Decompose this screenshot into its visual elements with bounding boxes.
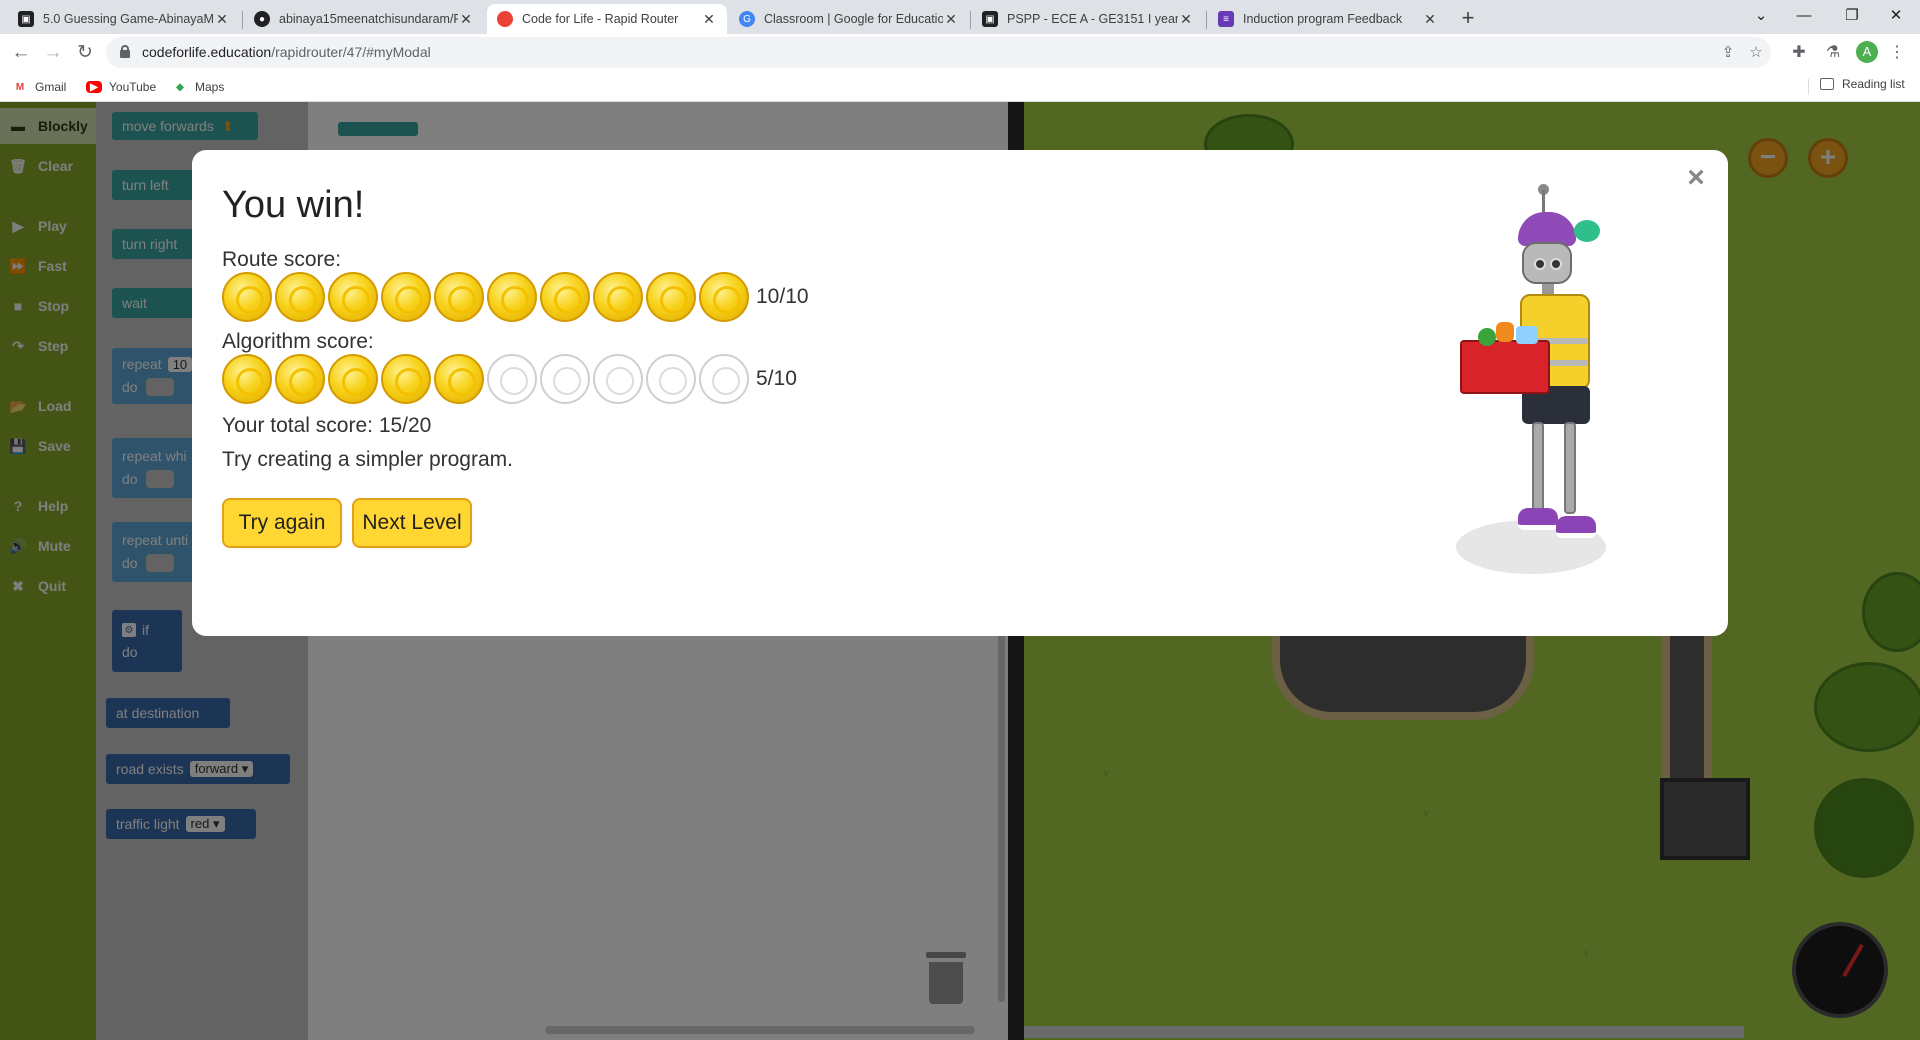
gold-coin-icon — [328, 354, 378, 404]
tab-title: Code for Life - Rapid Router — [522, 12, 679, 26]
forms-icon: ≡ — [1218, 11, 1234, 27]
gold-coin-icon — [434, 354, 484, 404]
close-icon[interactable]: × — [1682, 163, 1710, 193]
reading-list-icon — [1820, 78, 1834, 90]
youtube-icon: ▶ — [86, 81, 102, 93]
close-tab-icon[interactable]: ✕ — [943, 11, 959, 28]
tab-title: Classroom | Google for Educatio — [764, 12, 943, 26]
route-score-label: Route score: — [222, 248, 342, 271]
modal-title: You win! — [222, 184, 365, 226]
gmail-icon: M — [15, 81, 25, 93]
gold-coin-icon — [222, 354, 272, 404]
close-tab-icon[interactable]: ✕ — [1178, 11, 1194, 28]
route-score-value: 10/10 — [756, 285, 809, 308]
tab-favicon-icon: ▣ — [18, 11, 34, 27]
win-modal: × You win! Route score: 10/10 Algorithm … — [192, 150, 1728, 636]
gold-coin-icon — [434, 272, 484, 322]
bookmark-star-icon[interactable]: ☆ — [1746, 43, 1766, 63]
close-window-icon[interactable]: ✕ — [1870, 0, 1920, 34]
tab-github[interactable]: ● abinaya15meenatchisundaram/P ✕ — [244, 4, 484, 34]
bookmark-label: YouTube — [109, 80, 157, 94]
gold-coin-icon — [381, 272, 431, 322]
code-for-life-icon — [497, 11, 513, 27]
gold-coin-icon — [381, 354, 431, 404]
empty-coin-icon — [699, 354, 749, 404]
next-level-button[interactable]: Next Level — [352, 498, 472, 548]
labs-icon[interactable]: ⚗ — [1822, 42, 1844, 64]
algorithm-score-label: Algorithm score: — [222, 330, 374, 353]
empty-coin-icon — [540, 354, 590, 404]
bookmark-youtube[interactable]: ▶ YouTube — [86, 77, 156, 97]
tab-rapid-router[interactable]: Code for Life - Rapid Router ✕ — [487, 4, 727, 34]
tab-guessing-game[interactable]: ▣ 5.0 Guessing Game-AbinayaM3 - ✕ — [8, 4, 240, 34]
close-tab-icon[interactable]: ✕ — [214, 11, 230, 28]
browser-toolbar: ← → ↻ codeforlife.education/rapidrouter/… — [0, 34, 1920, 71]
bookmark-gmail[interactable]: M Gmail — [12, 77, 67, 97]
profile-avatar[interactable]: A — [1856, 41, 1878, 63]
empty-coin-icon — [487, 354, 537, 404]
tab-induction-feedback[interactable]: ≡ Induction program Feedback ✕ — [1208, 4, 1448, 34]
lock-icon[interactable] — [120, 45, 130, 58]
tab-title: PSPP - ECE A - GE3151 I year ECE — [1007, 12, 1178, 26]
tab-separator — [1206, 11, 1207, 29]
algorithm-score-coins: 5/10 — [222, 354, 797, 404]
bookmarks-bar: M Gmail ▶ YouTube ◆ Maps Reading list — [0, 71, 1920, 102]
extensions-icon[interactable]: ✚ — [1788, 42, 1810, 64]
tab-classroom[interactable]: G Classroom | Google for Educatio ✕ — [729, 4, 969, 34]
reload-icon[interactable]: ↻ — [70, 38, 100, 68]
gold-coin-icon — [487, 272, 537, 322]
gold-coin-icon — [275, 272, 325, 322]
maps-icon: ◆ — [176, 81, 184, 93]
route-score-coins: 10/10 — [222, 272, 809, 322]
gold-coin-icon — [699, 272, 749, 322]
rapid-router-page: ▬Blockly 🗑Clear ▶Play ⏩Fast ■Stop ↷Step … — [0, 102, 1920, 1040]
gold-coin-icon — [275, 354, 325, 404]
try-again-button[interactable]: Try again — [222, 498, 342, 548]
tab-bar: ▣ 5.0 Guessing Game-AbinayaM3 - ✕ ● abin… — [0, 0, 1920, 34]
algorithm-score-value: 5/10 — [756, 367, 797, 390]
bookmark-maps[interactable]: ◆ Maps — [172, 77, 224, 97]
empty-coin-icon — [646, 354, 696, 404]
gold-coin-icon — [593, 272, 643, 322]
gold-coin-icon — [646, 272, 696, 322]
dee-robot-character-icon — [1456, 184, 1656, 600]
url-host: codeforlife.education — [142, 44, 272, 60]
google-icon: G — [739, 11, 755, 27]
feedback-message: Try creating a simpler program. — [222, 448, 513, 471]
bookmark-label: Maps — [195, 80, 225, 94]
forward-icon[interactable]: → — [38, 38, 68, 68]
tab-title: 5.0 Guessing Game-AbinayaM3 - — [43, 12, 214, 26]
tab-pspp[interactable]: ▣ PSPP - ECE A - GE3151 I year ECE ✕ — [972, 4, 1204, 34]
empty-coin-icon — [593, 354, 643, 404]
bookmarks-separator — [1808, 79, 1809, 95]
gold-coin-icon — [222, 272, 272, 322]
classroom-icon: ▣ — [982, 11, 998, 27]
reading-list[interactable]: Reading list — [1820, 77, 1905, 91]
reading-list-label: Reading list — [1842, 77, 1905, 91]
close-tab-icon[interactable]: ✕ — [701, 11, 717, 28]
address-bar[interactable]: codeforlife.education/rapidrouter/47/#my… — [106, 37, 1771, 68]
close-tab-icon[interactable]: ✕ — [458, 11, 474, 28]
gold-coin-icon — [540, 272, 590, 322]
url-text[interactable]: codeforlife.education/rapidrouter/47/#my… — [142, 44, 431, 60]
gold-coin-icon — [328, 272, 378, 322]
url-path: /rapidrouter/47/#myModal — [271, 44, 431, 60]
tab-title: abinaya15meenatchisundaram/P — [279, 12, 458, 26]
share-icon[interactable]: ⇪ — [1718, 43, 1738, 63]
bookmark-label: Gmail — [35, 80, 67, 94]
minimize-icon[interactable]: — — [1778, 0, 1830, 34]
github-icon: ● — [254, 11, 270, 27]
close-tab-icon[interactable]: ✕ — [1422, 11, 1438, 28]
back-icon[interactable]: ← — [6, 38, 36, 68]
tab-separator — [970, 11, 971, 29]
tab-separator — [242, 11, 243, 29]
menu-dots-icon[interactable]: ⋮ — [1886, 42, 1908, 64]
tab-title: Induction program Feedback — [1243, 12, 1403, 26]
total-score: Your total score: 15/20 — [222, 414, 432, 437]
new-tab-icon[interactable]: + — [1454, 6, 1482, 32]
